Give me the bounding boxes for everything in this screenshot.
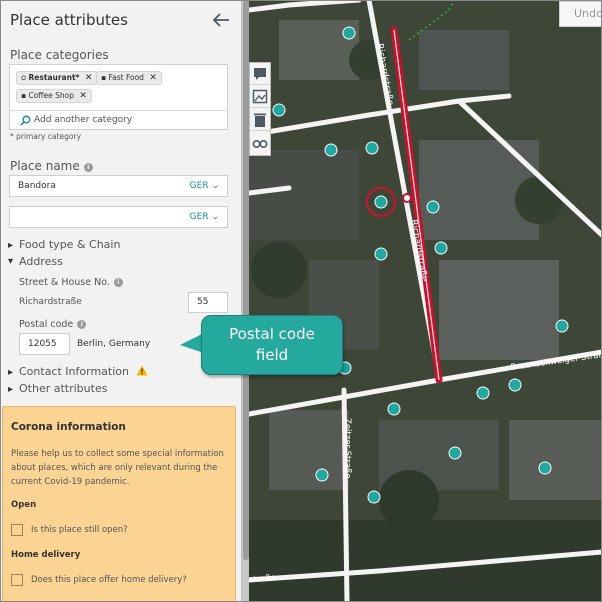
street-label-bottom: straße xyxy=(249,573,276,585)
poi-marker-icon xyxy=(272,103,286,117)
open-heading: Open xyxy=(11,500,37,510)
poi-marker-icon xyxy=(374,247,388,261)
undo-button[interactable]: Undo xyxy=(559,1,602,27)
poi-marker-icon xyxy=(324,143,338,157)
image-icon xyxy=(252,89,268,104)
corona-description: Please help us to collect some special i… xyxy=(11,449,224,487)
caret-right-icon[interactable]: ▸ xyxy=(8,240,13,251)
back-arrow-icon[interactable] xyxy=(212,12,230,28)
delivery-heading: Home delivery xyxy=(11,550,81,560)
street-label-zeitzer: Zeitzer Straße xyxy=(342,418,352,479)
warning-icon xyxy=(136,365,148,376)
poi-marker-icon xyxy=(426,200,440,214)
poi-marker-icon xyxy=(365,141,379,155)
category-chip-restaurant[interactable]: ᴑ Restaurant* ✕ xyxy=(16,71,98,85)
postal-code-value: 12055 xyxy=(28,339,57,349)
trash-icon xyxy=(254,113,266,127)
city-value: Berlin, Germany xyxy=(77,339,151,349)
category-chip-label: Fast Food xyxy=(108,73,144,82)
category-chip-coffee-shop[interactable]: ▪ Coffee Shop ✕ xyxy=(16,89,92,103)
corona-info-box: Corona information Please help us to col… xyxy=(2,406,236,602)
panel-scrollbar[interactable] xyxy=(241,0,249,602)
map-view[interactable]: Richardstraße Richardstraße Braunschweig… xyxy=(249,0,602,602)
postal-code-callout: Postal code field xyxy=(201,315,343,375)
callout-line-1: Postal code xyxy=(229,325,315,343)
binoculars-icon xyxy=(252,140,268,149)
add-category-input[interactable]: Add another category xyxy=(10,110,227,130)
street-value[interactable]: Richardstraße xyxy=(19,297,82,307)
callout-line-2: field xyxy=(255,346,289,364)
delivery-question: Does this place offer home delivery? xyxy=(31,575,187,585)
comment-tool[interactable] xyxy=(250,63,270,85)
language-select[interactable]: GER ⌄ xyxy=(190,207,219,227)
panel-header: Place attributes xyxy=(10,10,232,32)
remove-category-icon[interactable]: ✕ xyxy=(79,91,87,101)
remove-category-icon[interactable]: ✕ xyxy=(149,73,157,83)
poi-marker-icon xyxy=(555,319,569,333)
category-chip-label: Restaurant* xyxy=(28,73,80,82)
open-checkbox[interactable] xyxy=(11,524,23,536)
food-type-section[interactable]: Food type & Chain xyxy=(19,238,120,251)
house-number-field[interactable]: 55 xyxy=(188,292,228,313)
delivery-checkbox[interactable] xyxy=(11,574,23,586)
review-tool[interactable] xyxy=(250,132,270,154)
fast-food-icon: ▪ xyxy=(101,73,107,82)
info-icon[interactable]: i xyxy=(77,320,87,329)
poi-marker-icon xyxy=(315,468,329,482)
place-name-label: Place name i xyxy=(10,159,93,173)
image-tool[interactable] xyxy=(250,86,270,108)
street-label-text: Street & House No. xyxy=(19,277,110,288)
comment-icon xyxy=(254,68,266,80)
coffee-icon: ▪ xyxy=(21,91,27,100)
poi-marker-icon xyxy=(367,490,381,504)
poi-marker-icon xyxy=(387,402,401,416)
undo-label: Undo xyxy=(574,7,602,20)
poi-marker-icon xyxy=(434,241,448,255)
place-name-value: Bandora xyxy=(18,181,56,191)
poi-marker-icon xyxy=(538,461,552,475)
category-chip-label: Coffee Shop xyxy=(28,91,74,100)
info-icon[interactable]: i xyxy=(113,278,123,287)
address-section[interactable]: Address xyxy=(19,255,63,268)
caret-right-icon[interactable]: ▸ xyxy=(8,367,13,378)
postal-code-field[interactable]: 12055 xyxy=(19,333,70,355)
place-name-label-text: Place name xyxy=(10,159,80,173)
add-category-placeholder: Add another category xyxy=(34,115,133,125)
language-value: GER xyxy=(189,181,209,191)
chevron-down-icon: ⌄ xyxy=(211,212,219,222)
fork-knife-icon: ᴑ xyxy=(21,73,27,82)
place-name-field-2[interactable]: GER ⌄ xyxy=(9,206,228,228)
search-icon xyxy=(20,115,31,126)
place-name-field[interactable]: Bandora GER ⌄ xyxy=(9,175,228,197)
caret-right-icon[interactable]: ▸ xyxy=(8,384,13,395)
category-selector[interactable]: ᴑ Restaurant* ✕ ▪ Fast Food ✕ ▪ Coffee S… xyxy=(9,64,228,130)
delete-tool[interactable] xyxy=(250,109,270,131)
panel-title: Place attributes xyxy=(10,11,128,29)
open-question: Is this place still open? xyxy=(31,525,128,535)
info-icon[interactable]: i xyxy=(83,163,93,172)
chevron-down-icon: ⌄ xyxy=(211,181,219,191)
street-label: Street & House No. i xyxy=(19,277,123,288)
place-attributes-panel: Place attributes Place categories ᴑ Rest… xyxy=(0,0,241,602)
contact-section[interactable]: Contact Information xyxy=(19,365,129,378)
poi-marker-icon xyxy=(476,386,490,400)
poi-marker-icon xyxy=(342,26,356,40)
primary-category-note: * primary category xyxy=(10,132,82,141)
map-toolbar xyxy=(249,62,271,156)
house-number-value: 55 xyxy=(197,297,209,307)
postal-code-label: Postal code i xyxy=(19,319,87,330)
poi-marker-icon xyxy=(508,378,522,392)
category-chip-fast-food[interactable]: ▪ Fast Food ✕ xyxy=(96,71,162,85)
language-value: GER xyxy=(189,212,209,222)
satellite-map[interactable]: Richardstraße Richardstraße Braunschweig… xyxy=(249,0,602,602)
remove-category-icon[interactable]: ✕ xyxy=(85,73,93,83)
caret-down-icon[interactable]: ▾ xyxy=(8,256,13,267)
poi-marker-icon xyxy=(448,446,462,460)
language-select[interactable]: GER ⌄ xyxy=(190,176,219,196)
corona-title: Corona information xyxy=(11,421,126,433)
postal-label-text: Postal code xyxy=(19,319,74,330)
categories-label: Place categories xyxy=(10,48,109,62)
other-attributes-section[interactable]: Other attributes xyxy=(19,382,107,395)
